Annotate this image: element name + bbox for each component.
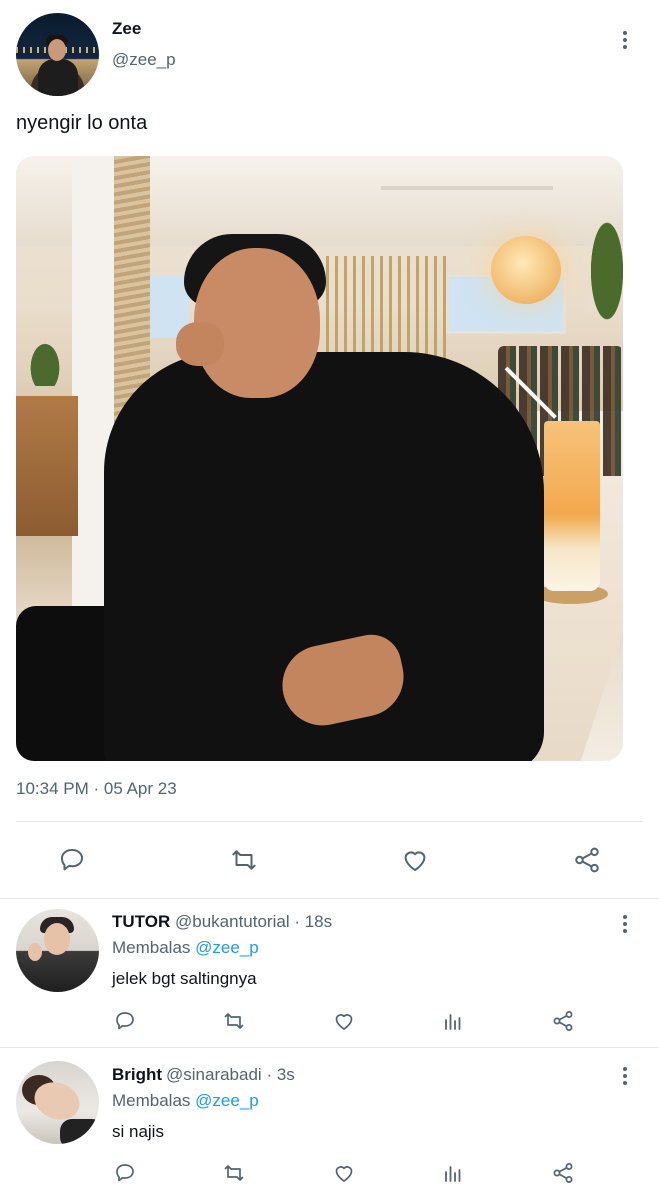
- reply-text: si najis: [112, 1122, 164, 1141]
- more-options-icon[interactable]: [615, 28, 635, 52]
- replying-prefix: Membalas: [112, 938, 191, 957]
- tweet-photo[interactable]: [16, 156, 623, 761]
- reply-tweet[interactable]: TUTOR @bukantutorial · 18s Membalas @zee…: [0, 899, 659, 1047]
- more-options-icon[interactable]: [615, 912, 635, 936]
- reply-time: · 18s: [294, 912, 333, 931]
- author-avatar[interactable]: [16, 13, 99, 96]
- reply-meta: @bukantutorial · 18s: [175, 912, 332, 932]
- tweet-text: nyengir lo onta: [16, 112, 148, 134]
- share-icon[interactable]: [567, 842, 607, 878]
- replying-to: Membalas @zee_p: [112, 1091, 259, 1111]
- retweet-icon[interactable]: [219, 1159, 249, 1187]
- author-name[interactable]: Zee: [112, 19, 141, 39]
- analytics-icon[interactable]: [438, 1159, 468, 1187]
- author-handle[interactable]: @zee_p: [112, 50, 176, 70]
- reply-text: jelek bgt saltingnya: [112, 969, 257, 988]
- reply-author-handle[interactable]: @sinarabadi: [166, 1065, 262, 1084]
- reply-time: · 3s: [266, 1065, 295, 1084]
- reply-meta: @sinarabadi · 3s: [166, 1065, 295, 1085]
- reply-icon[interactable]: [52, 842, 92, 878]
- retweet-icon[interactable]: [224, 842, 264, 878]
- like-icon[interactable]: [329, 1007, 359, 1035]
- replying-mention[interactable]: @zee_p: [195, 938, 259, 957]
- like-icon[interactable]: [395, 842, 435, 878]
- more-options-icon[interactable]: [615, 1064, 635, 1088]
- retweet-icon[interactable]: [219, 1007, 249, 1035]
- main-tweet: Zee @zee_p nyengir lo onta 10:34 PM · 05…: [0, 0, 659, 898]
- like-icon[interactable]: [329, 1159, 359, 1187]
- share-icon[interactable]: [548, 1007, 578, 1035]
- replying-mention[interactable]: @zee_p: [195, 1091, 259, 1110]
- analytics-icon[interactable]: [438, 1007, 468, 1035]
- reply-avatar[interactable]: [16, 1061, 99, 1144]
- replying-to: Membalas @zee_p: [112, 938, 259, 958]
- reply-tweet[interactable]: Bright @sinarabadi · 3s Membalas @zee_p …: [0, 1048, 659, 1200]
- reply-author-name[interactable]: TUTOR: [112, 912, 170, 932]
- replying-prefix: Membalas: [112, 1091, 191, 1110]
- reply-avatar[interactable]: [16, 909, 99, 992]
- reply-icon[interactable]: [110, 1159, 140, 1187]
- divider: [16, 821, 643, 822]
- reply-author-handle[interactable]: @bukantutorial: [175, 912, 290, 931]
- tweet-timestamp[interactable]: 10:34 PM · 05 Apr 23: [16, 779, 177, 799]
- reply-author-name[interactable]: Bright: [112, 1065, 162, 1085]
- share-icon[interactable]: [548, 1159, 578, 1187]
- reply-icon[interactable]: [110, 1007, 140, 1035]
